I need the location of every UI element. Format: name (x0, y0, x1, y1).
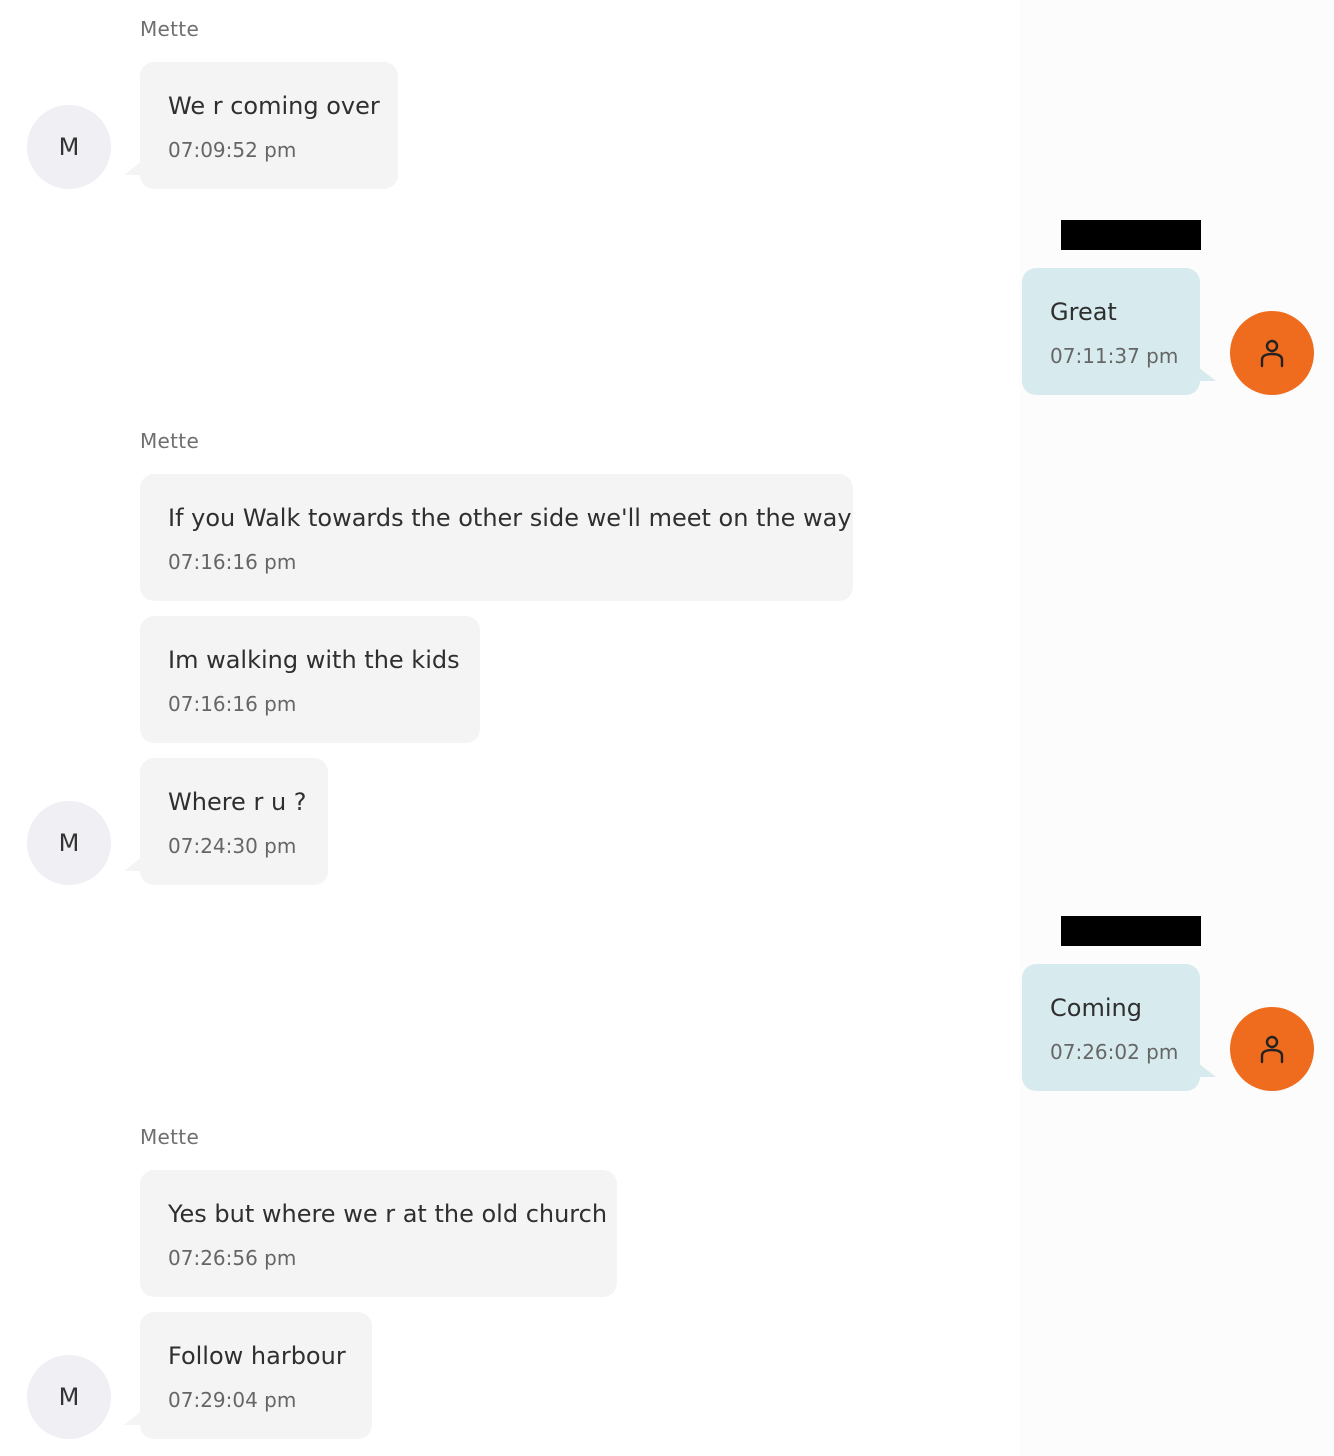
message-time: 07:26:56 pm (168, 1246, 297, 1270)
sender-name: Mette (140, 429, 200, 453)
user-avatar[interactable] (1230, 1007, 1314, 1091)
message-bubble-incoming[interactable]: If you Walk towards the other side we'll… (140, 474, 853, 601)
bubble-tail (124, 857, 142, 871)
sender-name: Mette (140, 17, 200, 41)
avatar-initial: M (58, 1383, 80, 1411)
message-bubble-incoming[interactable]: Follow harbour 07:29:04 pm (124, 1312, 372, 1439)
message-text: We r coming over (168, 92, 380, 120)
message-bubble-incoming[interactable]: Im walking with the kids 07:16:16 pm (140, 616, 480, 743)
chat-thread: Mette We r coming over 07:09:52 pm M Gre… (0, 0, 1334, 1456)
redacted-sender-name (1061, 220, 1201, 250)
outgoing-column-background (1020, 0, 1334, 1456)
message-time: 07:24:30 pm (168, 834, 297, 858)
message-time: 07:29:04 pm (168, 1388, 297, 1412)
bubble-tail (1198, 1063, 1216, 1077)
bubble-tail (1198, 367, 1216, 381)
message-text: Where r u ? (168, 788, 307, 816)
contact-avatar[interactable]: M (27, 801, 111, 885)
avatar-initial: M (58, 829, 80, 857)
user-avatar[interactable] (1230, 311, 1314, 395)
sender-name: Mette (140, 1125, 200, 1149)
message-text: Yes but where we r at the old church (168, 1200, 608, 1228)
message-bubble-outgoing[interactable]: Great 07:11:37 pm (1022, 268, 1216, 395)
message-text: Im walking with the kids (168, 646, 460, 674)
person-outline-icon (1260, 1035, 1284, 1064)
message-text: Follow harbour (168, 1342, 346, 1370)
message-time: 07:09:52 pm (168, 138, 297, 162)
message-bubble-incoming[interactable]: We r coming over 07:09:52 pm (124, 62, 398, 189)
message-time: 07:11:37 pm (1050, 344, 1179, 368)
bubble-tail (124, 1411, 142, 1425)
message-time: 07:16:16 pm (168, 550, 297, 574)
message-text: Coming (1050, 994, 1142, 1022)
contact-avatar[interactable]: M (27, 105, 111, 189)
message-text: If you Walk towards the other side we'll… (168, 504, 852, 532)
person-outline-icon (1260, 339, 1284, 368)
message-time: 07:16:16 pm (168, 692, 297, 716)
contact-avatar[interactable]: M (27, 1355, 111, 1439)
redacted-sender-name (1061, 916, 1201, 946)
message-bubble-incoming[interactable]: Yes but where we r at the old church 07:… (140, 1170, 617, 1297)
message-text: Great (1050, 298, 1117, 326)
avatar-initial: M (58, 133, 80, 161)
message-bubble-incoming[interactable]: Where r u ? 07:24:30 pm (124, 758, 328, 885)
bubble-tail (124, 161, 142, 175)
message-bubble-outgoing[interactable]: Coming 07:26:02 pm (1022, 964, 1216, 1091)
message-time: 07:26:02 pm (1050, 1040, 1179, 1064)
